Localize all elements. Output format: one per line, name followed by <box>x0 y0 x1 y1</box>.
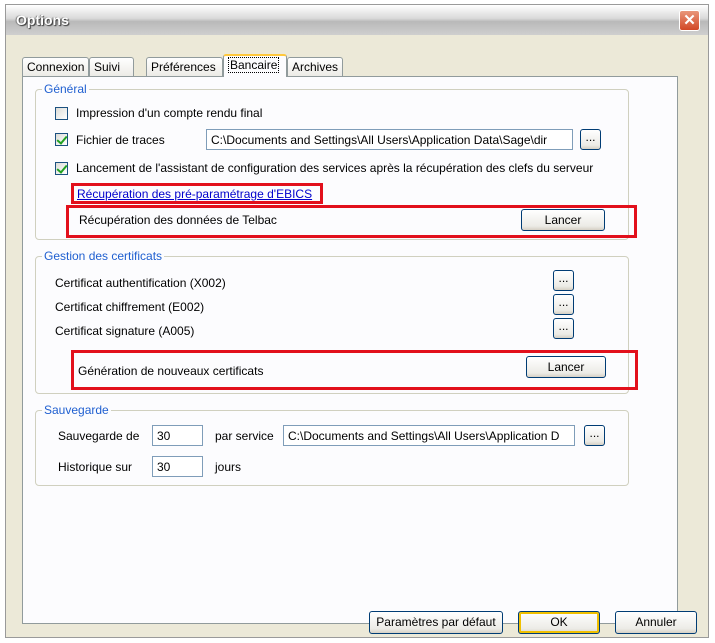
trace-file-checkbox[interactable] <box>55 133 68 146</box>
per-service-label: par service <box>215 429 274 443</box>
ok-button[interactable]: OK <box>518 611 600 634</box>
generate-highlight <box>71 350 638 390</box>
print-report-label: Impression d'un compte rendu final <box>76 106 263 120</box>
backup-legend: Sauvegarde <box>42 403 111 417</box>
cert-signature-browse-button[interactable]: ... <box>553 318 574 339</box>
tab-bancaire[interactable]: Bancaire <box>223 54 287 77</box>
tab-archives[interactable]: Archives <box>287 57 343 76</box>
title-bar: Options ✕ <box>6 5 708 35</box>
print-report-checkbox[interactable] <box>55 107 68 120</box>
telbac-highlight <box>66 205 637 238</box>
days-label: jours <box>215 460 242 474</box>
tab-connexion[interactable]: Connexion <box>22 57 89 76</box>
cert-auth-browse-button[interactable]: ... <box>553 270 574 291</box>
history-label: Historique sur <box>58 460 133 474</box>
tab-bancaire-label: Bancaire <box>228 57 280 73</box>
defaults-button[interactable]: Paramètres par défaut <box>369 611 503 634</box>
cert-signature-label: Certificat signature (A005) <box>55 324 195 338</box>
backup-path-field[interactable]: C:\Documents and Settings\All Users\Appl… <box>283 425 575 446</box>
tab-preferences[interactable]: Préférences <box>146 57 223 76</box>
cancel-button[interactable]: Annuler <box>615 611 697 634</box>
trace-file-path-field[interactable]: C:\Documents and Settings\All Users\Appl… <box>206 129 573 150</box>
backup-group: Sauvegarde <box>35 403 629 486</box>
window-title: Options <box>16 12 69 28</box>
cert-encrypt-label: Certificat chiffrement (E002) <box>55 300 205 314</box>
launch-wizard-label: Lancement de l'assistant de configuratio… <box>76 161 594 175</box>
backup-browse-button[interactable]: ... <box>584 425 605 446</box>
history-days-field[interactable]: 30 <box>152 456 203 477</box>
backup-count-field[interactable]: 30 <box>152 425 203 446</box>
launch-wizard-checkbox[interactable] <box>55 162 68 175</box>
trace-file-browse-button[interactable]: ... <box>580 129 601 150</box>
close-button[interactable]: ✕ <box>679 10 700 31</box>
general-legend: Général <box>42 82 89 96</box>
trace-file-label: Fichier de traces <box>76 133 165 147</box>
ebics-link-highlight <box>71 183 323 204</box>
cert-auth-label: Certificat authentification (X002) <box>55 276 226 290</box>
backup-label: Sauvegarde de <box>58 429 140 443</box>
tab-suivi[interactable]: Suivi <box>89 57 134 76</box>
certificates-legend: Gestion des certificats <box>42 249 165 263</box>
cert-encrypt-browse-button[interactable]: ... <box>553 294 574 315</box>
